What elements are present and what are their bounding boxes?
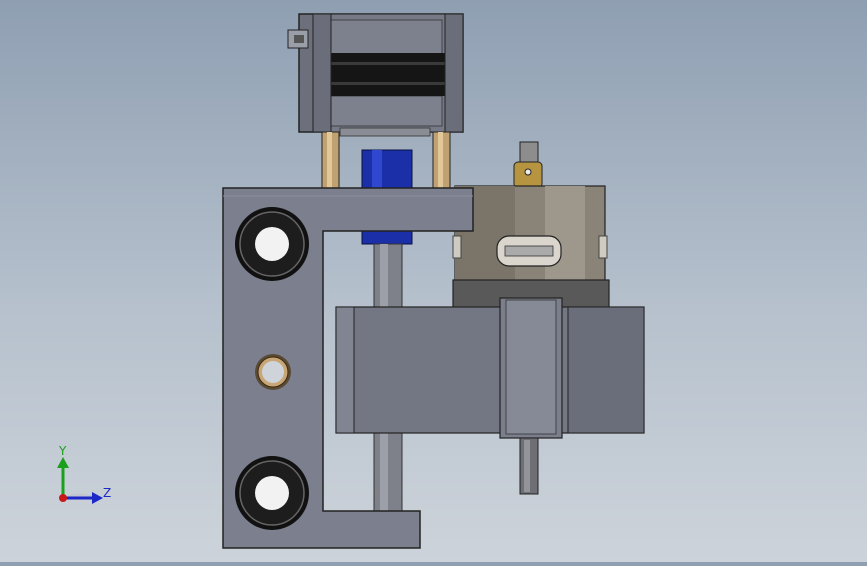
stepper-motor[interactable] (287, 13, 464, 137)
model-view: Y Z (57, 13, 645, 549)
origin-dot (59, 494, 67, 502)
y-arrow-icon (57, 457, 69, 468)
cad-viewport[interactable]: Y Z (0, 0, 867, 562)
z-axis-label: Z (103, 486, 111, 500)
spindle-motor[interactable] (452, 141, 610, 309)
axis-triad: Y Z (57, 444, 111, 504)
y-axis-label: Y (58, 444, 67, 458)
bearing-bottom (235, 456, 309, 530)
bushing-middle (255, 354, 291, 390)
z-arrow-icon (92, 492, 103, 504)
motor-stripe (313, 53, 463, 96)
bearing-top (235, 207, 309, 281)
